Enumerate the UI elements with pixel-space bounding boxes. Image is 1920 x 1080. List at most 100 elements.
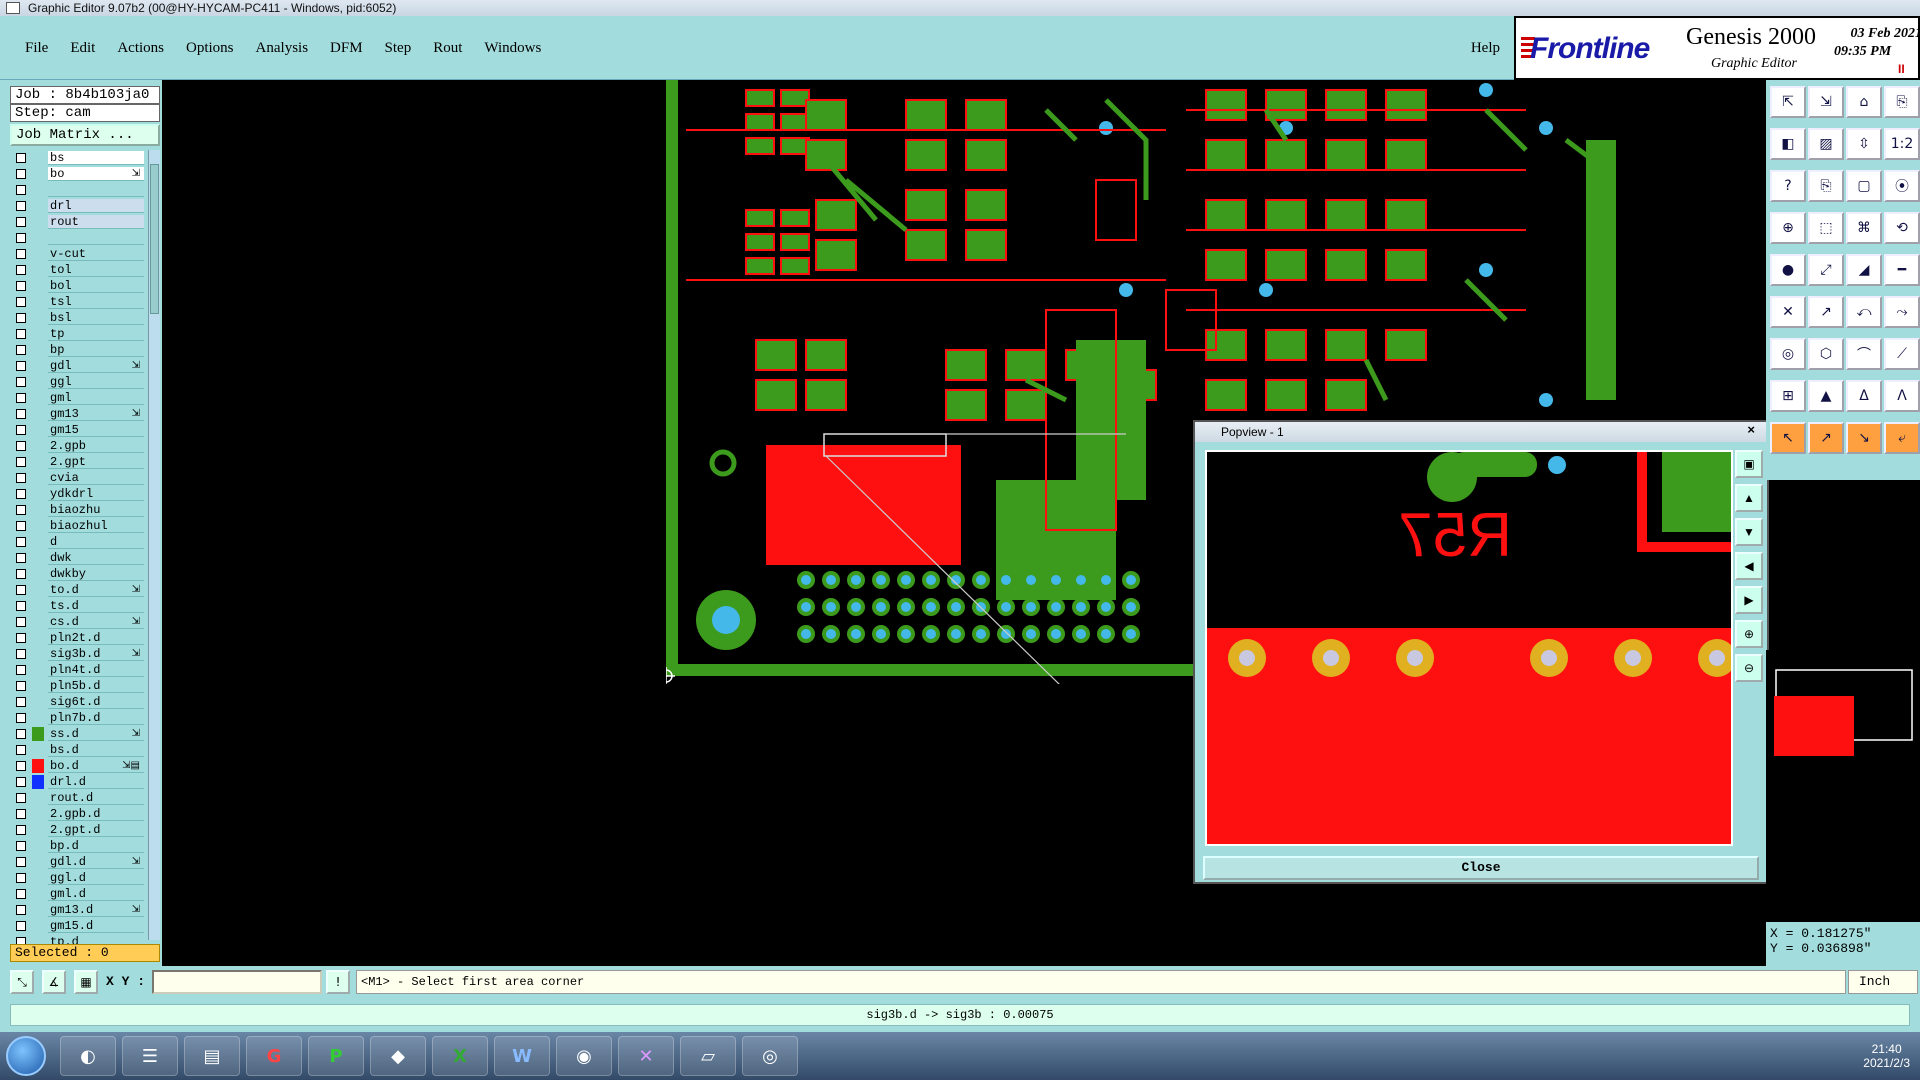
layer-checkbox[interactable] [16, 713, 26, 723]
grid-icon[interactable]: ▢ [1846, 170, 1882, 202]
layer-name[interactable]: ss.d ⇲ [48, 727, 144, 741]
layer-checkbox[interactable] [16, 441, 26, 451]
layer-row[interactable]: gdl ⇲ [10, 358, 148, 374]
layer-checkbox[interactable] [16, 777, 26, 787]
popview-titlebar[interactable]: Popview - 1 × [1195, 422, 1767, 442]
layer-name[interactable]: cs.d ⇲ [48, 615, 144, 629]
pointer3-icon[interactable]: ↘ [1846, 422, 1882, 454]
taskbar-x-icon[interactable]: ✕ [618, 1036, 674, 1076]
taskbar-eraser-icon[interactable]: ▱ [680, 1036, 736, 1076]
layer-row[interactable]: bo ⇲ [10, 166, 148, 182]
layer-row[interactable]: bp.d [10, 838, 148, 854]
layer-name[interactable]: 2.gpb [48, 439, 144, 453]
layer-row[interactable] [10, 182, 148, 198]
layer-checkbox[interactable] [16, 505, 26, 515]
menu-step[interactable]: Step [374, 40, 423, 57]
layer-row[interactable]: bs.d [10, 742, 148, 758]
layer-row[interactable]: ss.d ⇲ [10, 726, 148, 742]
layer-row[interactable]: sig6t.d [10, 694, 148, 710]
copy-icon[interactable]: ⎘ [1884, 86, 1920, 118]
layer-name[interactable] [48, 183, 144, 197]
paste-icon[interactable]: ⎘ [1808, 170, 1844, 202]
tray-clock[interactable]: 21:40 2021/2/3 [1863, 1042, 1910, 1070]
layer-row[interactable]: tp [10, 326, 148, 342]
pointer2-icon[interactable]: ↗ [1808, 422, 1844, 454]
layer-name[interactable]: dwk [48, 551, 144, 565]
start-button[interactable] [6, 1036, 46, 1076]
layer-checkbox[interactable] [16, 585, 26, 595]
layer-name[interactable]: 2.gpt.d [48, 823, 144, 837]
layer-checkbox[interactable] [16, 457, 26, 467]
layer-row[interactable]: to.d ⇲ [10, 582, 148, 598]
layer-row[interactable]: 2.gpb.d [10, 806, 148, 822]
add-icon[interactable]: ⊕ [1770, 212, 1806, 244]
layer-checkbox[interactable] [16, 857, 26, 867]
line-icon[interactable]: ━ [1884, 254, 1920, 286]
layer-name[interactable]: gm15.d [48, 919, 144, 933]
layer-row[interactable]: bp [10, 342, 148, 358]
layer-checkbox[interactable] [16, 809, 26, 819]
popview-pan-left-icon[interactable]: ◀ [1735, 552, 1763, 580]
help-icon[interactable]: ? [1770, 170, 1806, 202]
layer-checkbox[interactable] [16, 633, 26, 643]
layer-name[interactable]: d [48, 535, 144, 549]
layer-row[interactable]: tol [10, 262, 148, 278]
layer-row[interactable]: ggl.d [10, 870, 148, 886]
layer-checkbox[interactable] [16, 921, 26, 931]
layer-name[interactable]: ts.d [48, 599, 144, 613]
layer-checkbox[interactable] [16, 265, 26, 275]
layer-row[interactable]: gm13 ⇲ [10, 406, 148, 422]
layer-checkbox[interactable] [16, 521, 26, 531]
layer-name[interactable]: bs [48, 151, 144, 165]
layer-checkbox[interactable] [16, 537, 26, 547]
curve-icon[interactable]: ⌒ [1846, 338, 1882, 370]
layer-name[interactable]: sig6t.d [48, 695, 144, 709]
highlight-icon[interactable]: ⦿ [1884, 170, 1920, 202]
layer-row[interactable]: 2.gpt [10, 454, 148, 470]
layer-checkbox[interactable] [16, 425, 26, 435]
swap-icon[interactable]: ⇳ [1846, 128, 1882, 160]
layer-row[interactable]: gdl.d ⇲ [10, 854, 148, 870]
grid-icon[interactable]: ▦ [74, 970, 98, 994]
layer-name[interactable]: gm15 [48, 423, 144, 437]
layer-checkbox[interactable] [16, 553, 26, 563]
layer-checkbox[interactable] [16, 217, 26, 227]
layer-name[interactable]: gml.d [48, 887, 144, 901]
layer-name[interactable]: v-cut [48, 247, 144, 261]
popview-close-icon[interactable]: × [1747, 422, 1755, 437]
layer-checkbox[interactable] [16, 793, 26, 803]
layer-row[interactable]: bol [10, 278, 148, 294]
home-icon[interactable]: ⌂ [1846, 86, 1882, 118]
scale-icon[interactable]: 1:2 [1884, 128, 1920, 160]
layer-row[interactable]: bs [10, 150, 148, 166]
layer-checkbox[interactable] [16, 697, 26, 707]
layer-checkbox[interactable] [16, 905, 26, 915]
layer-name[interactable]: to.d ⇲ [48, 583, 144, 597]
layer-row[interactable]: dwk [10, 550, 148, 566]
layer-row[interactable]: cs.d ⇲ [10, 614, 148, 630]
layer-row[interactable]: ydkdrl [10, 486, 148, 502]
menu-help[interactable]: Help [1471, 40, 1500, 57]
popview-zoom-in-icon[interactable]: ⊕ [1735, 620, 1763, 648]
taskbar-notepad-icon[interactable]: ☰ [122, 1036, 178, 1076]
slope-icon[interactable]: ⟋ [1884, 338, 1920, 370]
layer-checkbox[interactable] [16, 409, 26, 419]
layer-scrollbar[interactable] [148, 150, 160, 940]
layer-row[interactable]: sig3b.d ⇲ [10, 646, 148, 662]
layer-name[interactable]: sig3b.d ⇲ [48, 647, 144, 661]
popview-window[interactable]: Popview - 1 × R57 ▣ ▲ ▼ ◀ ▶ ⊕ ⊖ Close [1193, 420, 1769, 884]
delete-icon[interactable]: ✕ [1770, 296, 1806, 328]
menu-dfm[interactable]: DFM [319, 40, 374, 57]
layer-checkbox[interactable] [16, 281, 26, 291]
layer-name[interactable]: bs.d [48, 743, 144, 757]
layer-checkbox[interactable] [16, 681, 26, 691]
taskbar-shell-icon[interactable]: ◐ [60, 1036, 116, 1076]
layer-checkbox[interactable] [16, 361, 26, 371]
layer-name[interactable]: gdl.d ⇲ [48, 855, 144, 869]
layer-name[interactable]: cvia [48, 471, 144, 485]
layer-name[interactable]: gm13.d ⇲ [48, 903, 144, 917]
layer-row[interactable]: gml [10, 390, 148, 406]
popview-pan-right-icon[interactable]: ▶ [1735, 586, 1763, 614]
layer-name[interactable]: 2.gpb.d [48, 807, 144, 821]
layer-row[interactable]: bo.d ⇲▤ [10, 758, 148, 774]
